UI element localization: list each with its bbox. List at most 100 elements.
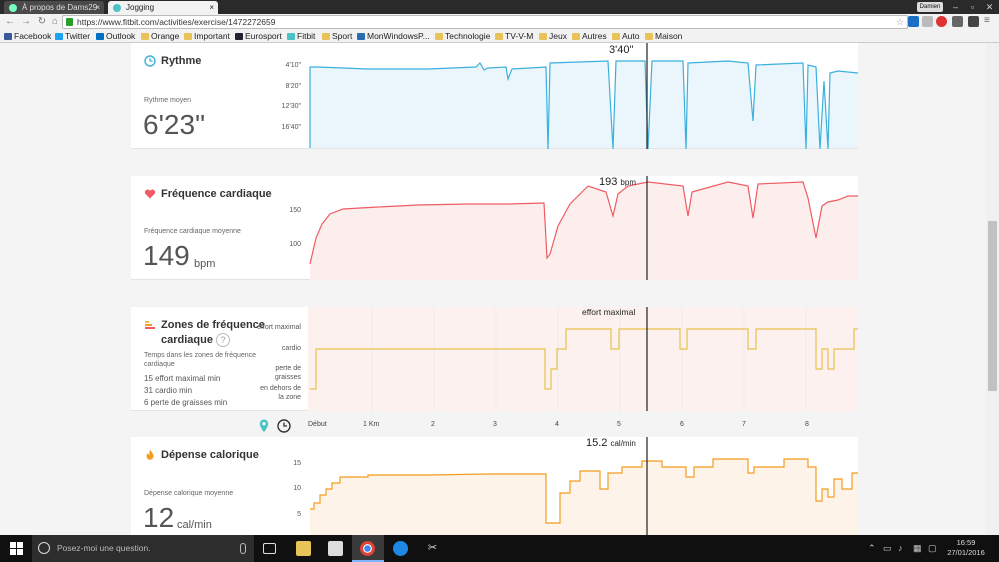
extension-icon[interactable] [908,16,919,27]
bookmark-twitter[interactable]: Twitter [55,30,90,43]
zones-stat: 15 effort maximal min [144,374,221,383]
pace-tick: 16'40" [281,124,301,131]
tab-about-dams[interactable]: À propos de Dams29 × [4,1,104,14]
x-tick-label: 5 [617,421,621,428]
clock-icon[interactable] [276,418,292,434]
bookmark-eurosport[interactable]: Eurosport [235,30,282,43]
x-tick-label: 2 [431,421,435,428]
zones-title: Zones de fréquence cardiaque ? [161,319,265,348]
folder-icon [322,33,330,40]
x-tick-label: 8 [805,421,809,428]
bookmark-outlook[interactable]: Outlook [96,30,135,43]
task-view-button[interactable] [255,535,287,562]
x-tick-label: 6 [680,421,684,428]
bookmark-fitbit[interactable]: Fitbit [287,30,315,43]
fitbit-favicon-icon [113,4,121,12]
folder-icon [141,33,149,40]
heart-area [310,182,858,280]
microphone-icon[interactable] [240,543,246,554]
bookmark-technologie[interactable]: Technologie [435,30,490,43]
heart-readout: 193 bpm [599,176,636,188]
extension-icon[interactable] [952,16,963,27]
minimize-icon[interactable]: – [947,0,964,14]
tray-expand-icon[interactable]: ⌃ [868,543,876,554]
heart-subtitle: Fréquence cardiaque moyenne [144,228,241,235]
bookmark-auto[interactable]: Auto [612,30,640,43]
folder-icon [539,33,547,40]
x-tick-label: 7 [742,421,746,428]
windows-start-icon[interactable] [10,542,23,555]
address-bar[interactable]: https://www.fitbit.com/activities/exerci… [62,15,908,29]
pace-chart[interactable] [308,43,858,149]
heart-rate-chart[interactable] [308,176,858,280]
bookmark-facebook[interactable]: Facebook [4,30,51,43]
tab-close-icon[interactable]: × [209,1,214,14]
notifications-icon[interactable]: ▢ [928,543,937,554]
store-icon [328,541,343,556]
task-view-icon [263,543,276,554]
pace-tick: 8'20" [285,83,301,90]
help-icon[interactable]: ? [216,333,231,348]
bookmark-monwindows[interactable]: MonWindowsP... [357,30,430,43]
calories-card: Dépense calorique Dépense calorique moye… [131,437,858,535]
cast-icon[interactable] [968,16,979,27]
heart-unit: bpm [194,258,216,270]
file-explorer-button[interactable] [288,535,320,562]
forward-icon[interactable]: → [20,15,32,29]
bookmark-important[interactable]: Important [184,30,230,43]
tab-jogging[interactable]: Jogging × [108,1,218,14]
chrome-button[interactable] [352,535,384,562]
pace-area [310,61,858,149]
scrollbar-thumb[interactable] [988,221,997,391]
cortana-search-box[interactable]: Posez-moi une question. [32,535,254,562]
calories-chart[interactable] [308,437,858,535]
volume-icon[interactable]: ♪ [898,543,903,553]
heart-title: Fréquence cardiaque [161,188,272,200]
menu-icon[interactable]: ≡ [984,16,995,27]
map-pin-icon[interactable] [256,418,272,434]
network-icon[interactable]: ▭ [883,543,892,554]
windows-taskbar: Posez-moi une question. ✂ ⌃ ▭ ♪ ▦ ▢ 16:5… [0,535,999,562]
fitbit-icon [287,33,295,40]
heart-zones-chart[interactable] [308,307,858,411]
taskbar-clock[interactable]: 16:59 27/01/2016 [945,538,987,558]
heart-readout-unit: bpm [620,178,636,187]
calories-title: Dépense calorique [161,449,259,461]
extension-icon[interactable] [922,16,933,27]
heart-tick: 150 [289,207,301,214]
bookmark-jeux[interactable]: Jeux [539,30,567,43]
back-icon[interactable]: ← [4,15,16,29]
pace-subtitle: Rythme moyen [144,97,192,104]
reload-icon[interactable]: ↻ [36,15,48,29]
facebook-icon [4,33,12,40]
bookmark-star-icon[interactable]: ☆ [896,16,904,28]
bookmark-tv[interactable]: TV-V-M [495,30,533,43]
pace-value: 6'23" [143,109,206,140]
bookmark-sport[interactable]: Sport [322,30,352,43]
keyboard-icon[interactable]: ▦ [913,543,922,554]
snipping-tool-button[interactable]: ✂ [417,535,449,562]
edge-button[interactable] [385,535,417,562]
bookmark-autres[interactable]: Autres [572,30,607,43]
extension-icon[interactable] [936,16,947,27]
zones-stat: 31 cardio min [144,386,193,395]
tab-close-icon[interactable]: × [95,1,100,14]
browser-toolbar: ← → ↻ ⌂ https://www.fitbit.com/activitie… [0,14,999,30]
heart-value: 149 [143,240,190,271]
store-button[interactable] [320,535,352,562]
page-scrollbar[interactable] [986,43,999,535]
flame-icon [146,449,154,460]
secure-lock-icon [66,18,73,26]
bookmark-orange[interactable]: Orange [141,30,179,43]
folder-icon [184,33,192,40]
heart-zones-card: Zones de fréquence cardiaque ? Temps dan… [131,307,858,411]
zone-label: en dehors de la zone [260,385,301,401]
window-user-badge[interactable]: Damien [917,2,943,12]
calories-readout: 15.2 cal/min [586,437,636,449]
zones-subtitle: Temps dans les zones de fréquence cardia… [144,352,257,368]
folder-icon [645,33,653,40]
close-window-icon[interactable]: ✕ [981,0,998,14]
home-icon[interactable]: ⌂ [49,15,61,29]
maximize-icon[interactable]: ▫ [964,0,981,14]
bookmark-maison[interactable]: Maison [645,30,682,43]
